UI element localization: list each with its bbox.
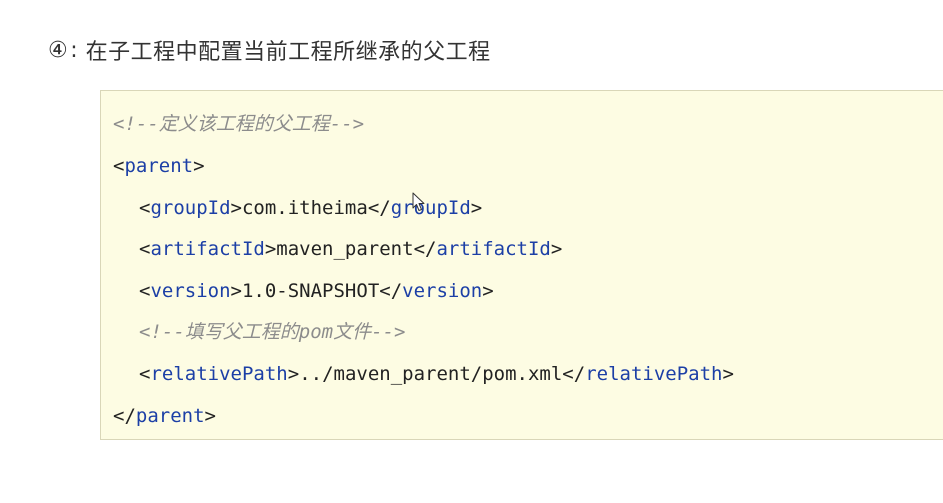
mouse-pointer-icon xyxy=(412,192,425,211)
step-title: 在子工程中配置当前工程所继承的父工程 xyxy=(85,40,491,65)
group-id-line: <groupId>com.itheima</groupId> xyxy=(139,193,482,223)
step-separator: : xyxy=(70,37,79,63)
parent-close-tag: </parent> xyxy=(113,401,216,431)
bracket: </ xyxy=(113,405,136,427)
version-value: 1.0-SNAPSHOT xyxy=(241,280,380,302)
parent-open-tag: <parent> xyxy=(113,151,205,181)
code-block: <!--定义该工程的父工程--> <parent> <groupId>com.i… xyxy=(100,90,943,440)
artifact-id-line: <artifactId>maven_parent</artifactId> xyxy=(139,234,562,264)
tag-name: groupId xyxy=(390,197,471,219)
bracket: < xyxy=(139,363,151,385)
bracket: > xyxy=(287,363,300,385)
bracket: < xyxy=(139,197,151,219)
relative-path-value: ../maven_parent/pom.xml xyxy=(299,363,563,385)
artifact-id-value: maven_parent xyxy=(276,238,414,260)
bracket: </ xyxy=(367,197,391,219)
bracket: > xyxy=(230,280,242,302)
bracket: > xyxy=(482,280,494,302)
tag-name: parent xyxy=(135,405,205,427)
step-number: ④ xyxy=(48,37,69,63)
bracket: </ xyxy=(562,363,586,385)
group-id-value: com.itheima xyxy=(241,197,368,219)
tag-name: relativePath xyxy=(150,363,288,385)
step-heading: ④: 在子工程中配置当前工程所继承的父工程 xyxy=(48,32,491,68)
bracket: > xyxy=(264,238,277,260)
comment-define-parent: <!--定义该工程的父工程--> xyxy=(113,113,365,135)
comment-pom-file: <!--填写父工程的pom文件--> xyxy=(139,321,406,343)
bracket: > xyxy=(193,155,205,177)
tag-name: artifactId xyxy=(150,238,265,260)
bracket: > xyxy=(722,363,734,385)
tag-name: parent xyxy=(124,155,194,177)
tag-name: artifactId xyxy=(436,238,551,260)
bracket: > xyxy=(550,238,563,260)
bracket: > xyxy=(204,405,216,427)
bracket: > xyxy=(230,197,242,219)
tag-name: version xyxy=(150,280,231,302)
version-line: <version>1.0-SNAPSHOT</version> xyxy=(139,276,494,306)
bracket: < xyxy=(139,280,151,302)
tag-name: relativePath xyxy=(585,363,723,385)
bracket: > xyxy=(470,197,483,219)
relative-path-line: <relativePath>../maven_parent/pom.xml</r… xyxy=(139,359,734,389)
bracket: < xyxy=(113,155,125,177)
bracket: < xyxy=(139,238,151,260)
tag-name: groupId xyxy=(150,197,231,219)
bracket: </ xyxy=(413,238,437,260)
tag-name: version xyxy=(402,280,483,302)
bracket: </ xyxy=(379,280,403,302)
